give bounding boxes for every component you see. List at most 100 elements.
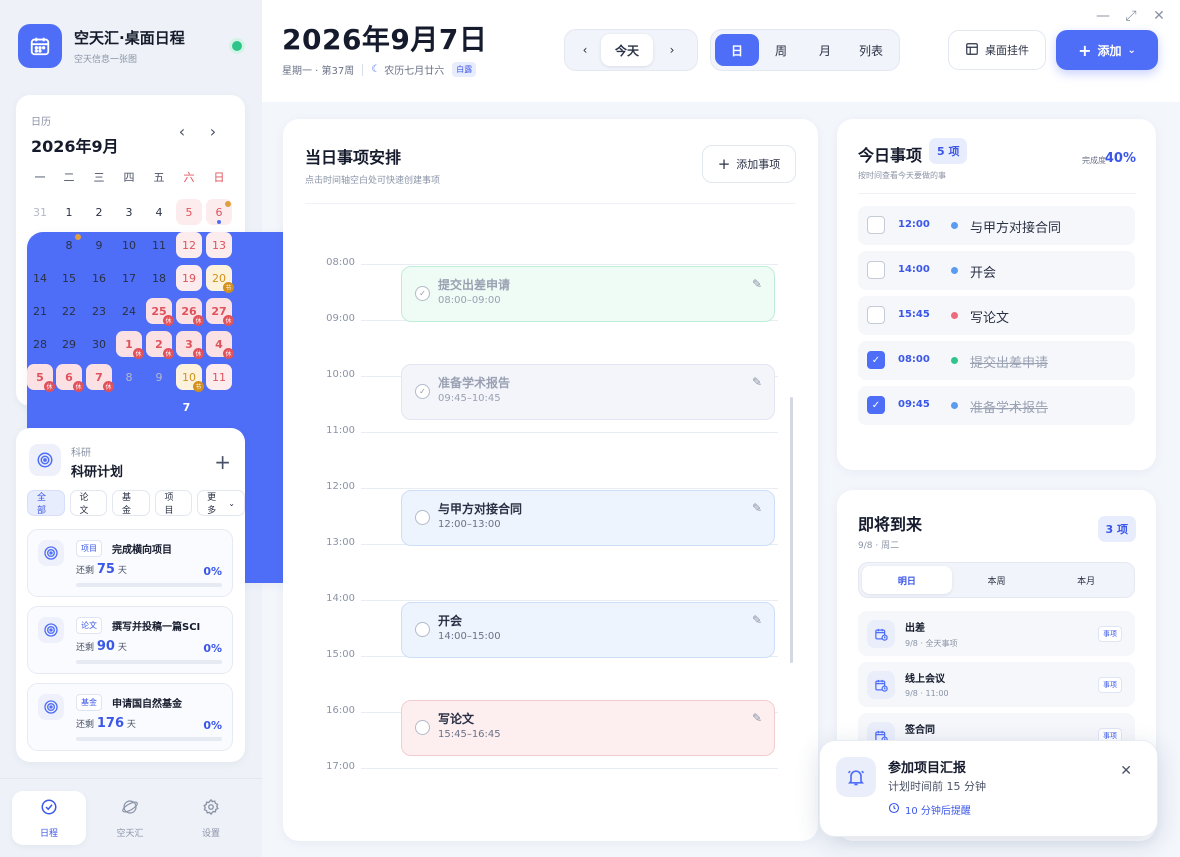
add-plan-button[interactable]: +: [214, 450, 231, 474]
schedule-event[interactable]: 与甲方对接合同 12:00–13:00 ✎: [401, 490, 775, 546]
calendar-day[interactable]: 23: [86, 298, 112, 324]
calendar-day[interactable]: 22: [56, 298, 82, 324]
event-checkbox[interactable]: ✓: [415, 286, 430, 301]
tab-this-week[interactable]: 本周: [952, 566, 1042, 594]
edit-pencil-icon[interactable]: ✎: [752, 613, 762, 627]
app-brand: 空天汇·桌面日程 空天信息一张图: [18, 22, 248, 70]
today-item-time: 14:00: [898, 264, 930, 275]
calendar-day[interactable]: 11: [146, 232, 172, 258]
schedule-event[interactable]: ✓ 准备学术报告 09:45–10:45 ✎: [401, 364, 775, 420]
schedule-event[interactable]: ✓ 提交出差申请 08:00–09:00 ✎: [401, 266, 775, 322]
nav-schedule[interactable]: 日程: [12, 791, 86, 845]
timeline-scrollbar[interactable]: [790, 397, 793, 663]
edit-pencil-icon[interactable]: ✎: [752, 501, 762, 515]
today-item[interactable]: ✓ 09:45 准备学术报告: [858, 386, 1135, 425]
today-item-checkbox[interactable]: ✓: [867, 351, 885, 369]
add-button[interactable]: + 添加 ⌄: [1056, 30, 1158, 70]
add-event-button[interactable]: + 添加事项: [702, 145, 796, 183]
tab-tomorrow[interactable]: 明日: [862, 566, 952, 594]
calendar-day[interactable]: 2: [86, 199, 112, 225]
calendar-day[interactable]: 1: [56, 199, 82, 225]
upcoming-count-badge: 3 项: [1097, 516, 1136, 542]
days-left-unit: 天: [126, 720, 136, 730]
today-item[interactable]: 15:45 写论文: [858, 296, 1135, 335]
edit-pencil-icon[interactable]: ✎: [752, 375, 762, 389]
category-dot: [951, 357, 958, 364]
calendar-day[interactable]: 14: [27, 265, 53, 291]
filter-paper[interactable]: 论文: [69, 490, 108, 516]
plus-icon: +: [717, 155, 731, 173]
nav-kongtianhui[interactable]: 空天汇: [93, 791, 167, 845]
schedule-event[interactable]: 写论文 15:45–16:45 ✎: [401, 700, 775, 756]
weekday-header: 二: [63, 171, 75, 184]
event-checkbox[interactable]: [415, 622, 430, 637]
today-item-checkbox[interactable]: [867, 261, 885, 279]
close-window-icon[interactable]: ✕: [1148, 6, 1170, 26]
minimize-icon[interactable]: —: [1092, 6, 1114, 26]
snooze-button[interactable]: 10 分钟后提醒: [888, 802, 971, 817]
edit-pencil-icon[interactable]: ✎: [752, 277, 762, 291]
calendar-day[interactable]: 18: [146, 265, 172, 291]
today-item[interactable]: ✓ 08:00 提交出差申请: [858, 341, 1135, 380]
tab-day[interactable]: 日: [715, 34, 759, 66]
today-item-checkbox[interactable]: ✓: [867, 396, 885, 414]
today-button[interactable]: 今天: [601, 34, 653, 66]
calendar-day[interactable]: 13: [206, 232, 232, 258]
prev-month-icon[interactable]: ‹: [172, 121, 192, 141]
calendar-day[interactable]: 11: [206, 364, 232, 390]
filter-fund[interactable]: 基金: [112, 490, 150, 516]
schedule-event[interactable]: 开会 14:00–15:00 ✎: [401, 602, 775, 658]
hour-label: 10:00: [305, 369, 361, 380]
plan-item[interactable]: 项目 完成横向项目 还剩 75 天 0%: [27, 529, 233, 597]
holiday-badge: 休: [133, 348, 144, 359]
tab-this-month[interactable]: 本月: [1041, 566, 1131, 594]
calendar-day[interactable]: 10: [116, 232, 142, 258]
hour-line: [305, 600, 778, 601]
calendar-day[interactable]: 9: [146, 364, 172, 390]
tab-month[interactable]: 月: [803, 34, 847, 66]
today-item[interactable]: 12:00 与甲方对接合同: [858, 206, 1135, 245]
filter-more[interactable]: 更多 ⌄: [197, 490, 245, 516]
calendar-day[interactable]: 24: [116, 298, 142, 324]
upcoming-item[interactable]: 线上会议 9/8 · 11:00 事项: [858, 662, 1135, 707]
calendar-day[interactable]: 4: [146, 199, 172, 225]
calendar-day[interactable]: 19: [176, 265, 202, 291]
calendar-day[interactable]: 28: [27, 331, 53, 357]
today-item[interactable]: 14:00 开会: [858, 251, 1135, 290]
filter-project[interactable]: 项目: [154, 490, 193, 516]
prev-day-icon[interactable]: ‹: [569, 34, 601, 66]
calendar-day[interactable]: 9: [86, 232, 112, 258]
progress-value: 40%: [1104, 151, 1136, 166]
tab-week[interactable]: 周: [759, 34, 803, 66]
calendar-day[interactable]: 3: [116, 199, 142, 225]
next-day-icon[interactable]: ›: [653, 34, 691, 66]
calendar-day[interactable]: 31: [27, 199, 53, 225]
today-item-checkbox[interactable]: [867, 216, 885, 234]
calendar-day[interactable]: 16: [86, 265, 112, 291]
nav-settings[interactable]: 设置: [174, 791, 248, 845]
calendar-day[interactable]: 21: [27, 298, 53, 324]
event-checkbox[interactable]: ✓: [415, 384, 430, 399]
upcoming-item[interactable]: 出差 9/8 · 全天事项 事项: [858, 611, 1135, 656]
category-dot: [951, 267, 958, 274]
event-checkbox[interactable]: [415, 510, 430, 525]
calendar-day[interactable]: 5: [176, 199, 202, 225]
calendar-day[interactable]: 8: [116, 364, 142, 390]
edit-pencil-icon[interactable]: ✎: [752, 711, 762, 725]
today-item-checkbox[interactable]: [867, 306, 885, 324]
plan-item[interactable]: 论文 撰写并投稿一篇SCI 还剩 90 天 0%: [27, 606, 233, 674]
filter-all[interactable]: 全部: [27, 490, 65, 516]
plan-item[interactable]: 基金 申请国自然基金 还剩 176 天 0%: [27, 683, 233, 751]
close-toast-icon[interactable]: ✕: [1120, 763, 1132, 779]
plan-tag: 基金: [76, 694, 102, 711]
event-checkbox[interactable]: [415, 720, 430, 735]
calendar-day[interactable]: 15: [56, 265, 82, 291]
calendar-day[interactable]: 17: [116, 265, 142, 291]
next-month-icon[interactable]: ›: [203, 121, 223, 141]
calendar-day[interactable]: 12: [176, 232, 202, 258]
tab-list[interactable]: 列表: [847, 34, 895, 66]
calendar-day[interactable]: 29: [56, 331, 82, 357]
maximize-icon[interactable]: ⤢: [1120, 6, 1142, 26]
calendar-day[interactable]: 30: [86, 331, 112, 357]
desktop-widget-button[interactable]: 桌面挂件: [948, 30, 1046, 70]
